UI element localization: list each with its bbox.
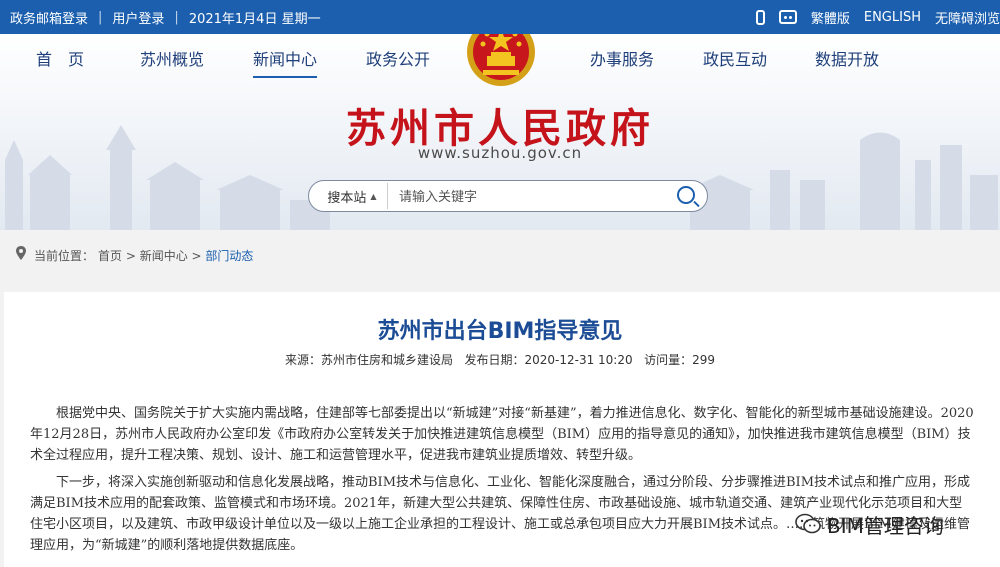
user-login-link[interactable]: 用户登录 [112,8,164,27]
robot-icon[interactable] [778,10,797,24]
article-paragraph: 根据党中央、国务院关于扩大实施内需战略，住建部等七部委提出以“新城建”对接“新基… [30,406,974,463]
mobile-icon[interactable] [755,9,765,25]
watermark-text: BIM管理咨询 [827,513,944,538]
top-bar: 政务邮箱登录 | 用户登录 | 2021年1月4日 星期一 繁體版 ENGLIS… [0,0,1000,34]
site-domain: www.suzhou.gov.cn [417,144,583,162]
date-label: 发布日期： [464,353,525,367]
breadcrumb-news[interactable]: 新闻中心 [140,249,188,263]
traditional-chinese-link[interactable]: 繁體版 [811,8,850,27]
accessibility-link[interactable]: 无障碍浏览 [935,8,1000,27]
search-box: 搜本站 ▲ [308,180,708,212]
search-input[interactable] [397,186,661,208]
search-icon[interactable] [677,186,695,204]
breadcrumb-sep: > [122,248,140,263]
article-title: 苏州市出台BIM指导意见 [377,319,623,344]
wechat-watermark: BIM管理咨询 [795,512,944,538]
wechat-icon [795,513,821,534]
breadcrumb-trail: 首页 > 新闻中心 > 部门动态 [98,247,253,264]
divider: | [174,9,179,25]
views-value: 299 [692,353,715,367]
breadcrumb: 当前位置： 首页 > 新闻中心 > 部门动态 [0,240,1000,270]
english-link[interactable]: ENGLISH [864,10,921,25]
site-header: 首 页 苏州概览 新闻中心 政务公开 办事服务 政民互动 数据开放 苏州市人民政… [0,34,1000,230]
nav-item-overview[interactable]: 苏州概览 [140,46,204,70]
caret-up-icon: ▲ [370,191,377,201]
breadcrumb-label: 当前位置： [34,248,95,263]
article-meta: 来源：苏州市住房和城乡建设局 发布日期：2020-12-31 10:20 访问量… [0,351,1000,368]
source-value: 苏州市住房和城乡建设局 [321,353,454,367]
nav-item-gov-affairs[interactable]: 政务公开 [366,46,430,70]
national-emblem-icon [467,34,535,86]
source-label: 来源： [284,353,321,367]
current-date: 2021年1月4日 星期一 [188,11,321,27]
views-label: 访问量： [644,353,693,367]
email-login-link[interactable]: 政务邮箱登录 [10,8,88,27]
breadcrumb-current[interactable]: 部门动态 [205,249,253,263]
search-scope-select[interactable]: 搜本站 ▲ [317,183,388,209]
breadcrumb-sep: > [187,248,206,263]
nav-item-home[interactable]: 首 页 [36,46,84,70]
nav-item-services[interactable]: 办事服务 [590,46,654,70]
breadcrumb-home[interactable]: 首页 [98,249,122,263]
nav-item-interaction[interactable]: 政民互动 [703,46,767,70]
date-value: 2020-12-31 10:20 [524,353,633,367]
nav-item-open-data[interactable]: 数据开放 [815,46,879,70]
divider: | [98,9,103,25]
nav-item-news[interactable]: 新闻中心 [253,46,318,78]
search-scope-label: 搜本站 [327,190,367,206]
